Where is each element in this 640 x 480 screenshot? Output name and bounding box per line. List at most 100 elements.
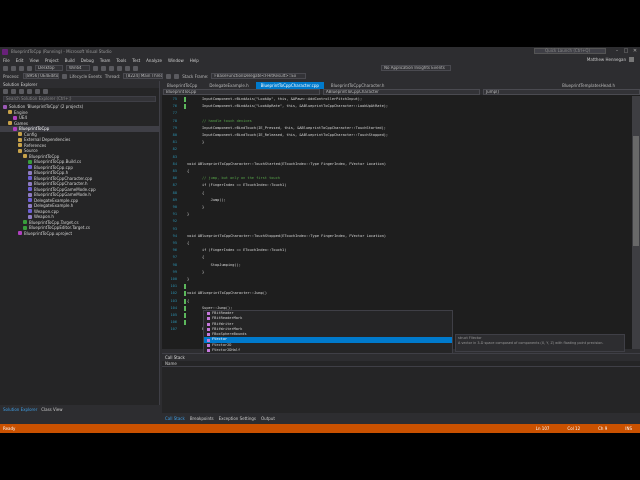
tab-output[interactable]: Output xyxy=(261,416,275,421)
flag-icon[interactable] xyxy=(166,73,172,79)
solution-search-input[interactable]: Search Solution Explorer (Ctrl+;) xyxy=(3,96,156,102)
menu-project[interactable]: Project xyxy=(45,58,59,63)
line-number: 78 xyxy=(172,118,177,123)
change-marker xyxy=(184,97,186,102)
code-line: } xyxy=(187,277,190,281)
change-marker xyxy=(184,291,186,297)
call-stack-column-name[interactable]: Name xyxy=(162,361,640,367)
folder-icon xyxy=(23,154,27,159)
save-icon[interactable] xyxy=(19,65,24,71)
sync-icon[interactable] xyxy=(11,89,16,94)
status-mode: INS xyxy=(625,426,632,431)
project-icon xyxy=(13,126,17,131)
status-text: Ready xyxy=(3,426,16,431)
menu-file[interactable]: File xyxy=(3,58,10,63)
configuration-select[interactable]: Desktop xyxy=(35,65,63,71)
undo-icon[interactable] xyxy=(27,65,32,71)
tab-breakpoints[interactable]: Breakpoints xyxy=(190,416,214,421)
restart-icon[interactable] xyxy=(117,65,122,71)
user-account[interactable]: Matthew Hennegan xyxy=(587,57,634,62)
struct-icon xyxy=(207,312,210,316)
header-file-icon xyxy=(28,192,32,197)
tab-blueprinttocpp[interactable]: BlueprintToCpp xyxy=(162,82,203,89)
process-select[interactable]: [8956] UE4Editor.exe xyxy=(22,73,59,79)
stop-icon[interactable] xyxy=(109,65,114,71)
standard-toolbar: Desktop Win64 No Application Insights Ev… xyxy=(0,64,640,72)
line-number: 77 xyxy=(172,111,177,116)
step-into-icon[interactable] xyxy=(133,65,138,71)
tree-item[interactable]: BlueprintToCpp.uproject xyxy=(0,231,159,237)
continue-icon[interactable] xyxy=(93,65,98,71)
code-line: if (FingerIndex == ETouchIndex::Touch1) xyxy=(202,248,287,253)
tab-character-cpp[interactable]: BlueprintToCppCharacter.cpp xyxy=(255,82,324,89)
code-line: void ABlueprintToCppCharacter::Jump() xyxy=(187,291,268,296)
project-nav-select[interactable]: BlueprintToCpp xyxy=(163,89,320,95)
properties-icon[interactable] xyxy=(43,89,48,94)
struct-icon xyxy=(207,343,210,347)
code-line: InputComponent->BindAxis("LookUp", this,… xyxy=(202,97,363,101)
menu-analyze[interactable]: Analyze xyxy=(146,58,162,63)
menu-debug[interactable]: Debug xyxy=(81,58,94,63)
line-number: 81 xyxy=(172,140,177,145)
status-ch: Ch 9 xyxy=(598,426,608,431)
application-insights-select[interactable]: No Application Insights Events xyxy=(381,65,451,71)
vs-logo-icon xyxy=(2,48,8,55)
tab-solution-explorer[interactable]: Solution Explorer xyxy=(3,407,37,412)
line-number: 92 xyxy=(172,219,177,224)
quick-launch-input[interactable]: Quick Launch (Ctrl+Q) xyxy=(534,48,606,54)
thread-label: Thread: xyxy=(104,73,121,79)
refresh-icon[interactable] xyxy=(19,89,24,94)
line-number: 95 xyxy=(172,241,177,245)
editor-scrollbar[interactable] xyxy=(632,96,640,349)
minimize-icon[interactable]: – xyxy=(614,48,620,54)
code-line: void ABlueprintToCppCharacter::TouchStar… xyxy=(187,161,387,166)
document-tabs: BlueprintToCpp DelegateExample.h Bluepri… xyxy=(162,81,640,89)
code-line: { xyxy=(202,255,205,260)
tab-templates-head[interactable]: BlueprintTemplatesHead.h xyxy=(557,82,620,89)
cpp-file-icon xyxy=(28,165,32,170)
change-marker xyxy=(184,313,186,318)
tab-exception-settings[interactable]: Exception Settings xyxy=(219,416,256,421)
menu-edit[interactable]: Edit xyxy=(16,58,24,63)
line-number: 87 xyxy=(172,183,177,188)
filter-icon[interactable] xyxy=(174,73,180,79)
back-icon[interactable] xyxy=(3,65,8,71)
menu-test[interactable]: Test xyxy=(132,58,140,63)
home-icon[interactable] xyxy=(3,89,8,94)
menu-build[interactable]: Build xyxy=(65,58,75,63)
tab-class-view[interactable]: Class View xyxy=(41,407,62,412)
editor-scroll-thumb[interactable] xyxy=(633,136,639,246)
status-col: Col 12 xyxy=(567,426,581,431)
tab-call-stack[interactable]: Call Stack xyxy=(165,416,185,421)
menu-help[interactable]: Help xyxy=(190,58,199,63)
maximize-icon[interactable]: □ xyxy=(623,48,629,54)
menu-window[interactable]: Window xyxy=(168,58,184,63)
menu-view[interactable]: View xyxy=(29,58,39,63)
csharp-file-icon xyxy=(28,159,32,164)
member-nav-select[interactable]: Jump() xyxy=(483,89,640,95)
pause-icon[interactable] xyxy=(101,65,106,71)
debug-location-toolbar: Process: [8956] UE4Editor.exe Lifecycle … xyxy=(0,72,640,80)
folder-icon xyxy=(8,110,12,115)
line-number: 76 xyxy=(172,104,177,109)
line-number: 86 xyxy=(172,176,177,181)
step-over-icon[interactable] xyxy=(125,65,130,71)
thread-select[interactable]: [8224] Main Thread xyxy=(123,73,164,79)
line-number: 80 xyxy=(172,133,177,137)
change-marker xyxy=(184,284,186,290)
tab-delegateexample-h[interactable]: DelegateExample.h xyxy=(204,82,254,89)
forward-icon[interactable] xyxy=(11,65,16,71)
menu-team[interactable]: Team xyxy=(100,58,111,63)
tab-character-h[interactable]: BlueprintToCppCharacter.h xyxy=(325,82,390,89)
collapse-all-icon[interactable] xyxy=(27,89,32,94)
code-line: { xyxy=(202,190,205,195)
code-line: InputComponent->BindTouch(IE_Released, t… xyxy=(202,133,389,137)
class-nav-select[interactable]: ABlueprintToCppCharacter xyxy=(323,89,480,95)
stack-frame-select[interactable]: FBaseFunctionDelegate<FHitResult>::Ex xyxy=(211,73,307,79)
platform-select[interactable]: Win64 xyxy=(66,65,90,71)
header-file-icon xyxy=(28,181,32,186)
lifecycle-events[interactable]: Lifecycle Events xyxy=(70,74,102,79)
close-icon[interactable]: ✕ xyxy=(632,48,638,54)
show-all-files-icon[interactable] xyxy=(35,89,40,94)
menu-tools[interactable]: Tools xyxy=(116,58,126,63)
